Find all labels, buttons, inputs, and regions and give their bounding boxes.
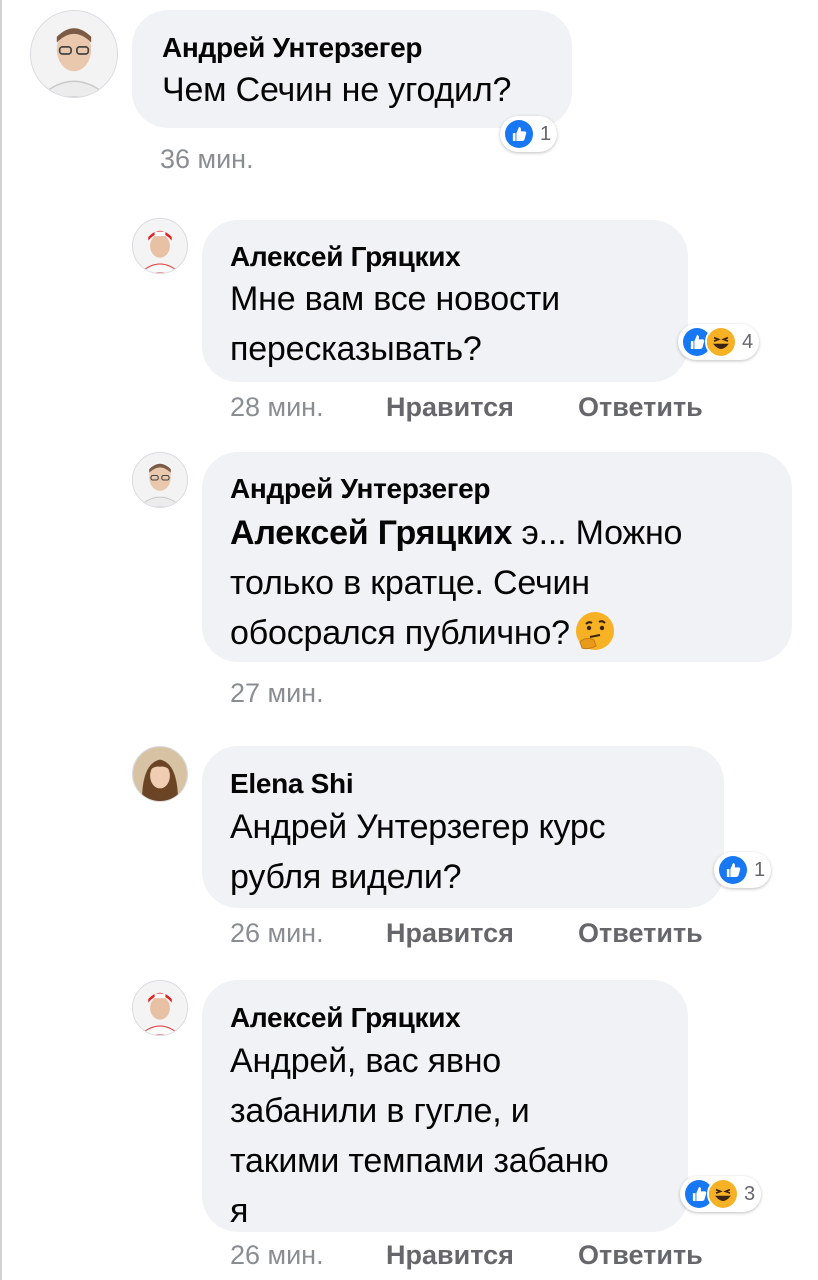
comment-author[interactable]: Elena Shi: [230, 768, 354, 800]
laughing-face-icon: [707, 1178, 739, 1210]
avatar-aleksey[interactable]: [132, 980, 188, 1036]
comment-text: Андрей Унтерзегер курс рубля видели?: [230, 808, 606, 896]
comment-bubble: Андрей Унтерзегер Алексей Гряцких э... М…: [202, 452, 792, 662]
comment-text: Мне вам все новости пересказывать?: [230, 280, 560, 368]
reaction-count: 1: [540, 122, 552, 145]
thumbs-up-icon: [717, 854, 749, 886]
like-button[interactable]: Нравится: [386, 1240, 514, 1271]
reaction-summary[interactable]: 4: [678, 324, 760, 360]
comment-meta: 27 мин.: [230, 678, 324, 709]
comment-meta: 26 мин. Нравится Ответить: [230, 918, 703, 949]
avatar-andrey[interactable]: [132, 452, 188, 508]
reaction-count: 3: [744, 1182, 756, 1205]
comment-time[interactable]: 26 мин.: [230, 918, 324, 948]
thumbs-up-icon: [503, 118, 535, 150]
reply-button[interactable]: Ответить: [578, 392, 703, 423]
comment-bubble: Алексей Гряцких Мне вам все новости пере…: [202, 220, 688, 382]
comment-meta: 28 мин. Нравится Ответить: [230, 392, 703, 423]
like-button[interactable]: Нравится: [386, 918, 514, 949]
mention-link[interactable]: Алексей Гряцких: [230, 514, 512, 552]
comment-author[interactable]: Андрей Унтерзегер: [162, 32, 423, 64]
comment-text: Алексей Гряцких э... Можно только в крат…: [230, 514, 683, 652]
comment-bubble: Алексей Гряцких Андрей, вас явно забанил…: [202, 980, 688, 1232]
comment-text: Чем Сечин не угодил?: [162, 71, 512, 109]
comment-author[interactable]: Алексей Гряцких: [230, 1002, 461, 1034]
comment-text: Андрей, вас явно забанили в гугле, и так…: [230, 1042, 609, 1230]
reaction-summary[interactable]: 3: [680, 1176, 762, 1212]
comment-time[interactable]: 28 мин.: [230, 392, 324, 422]
comment-meta: 36 мин.: [160, 144, 254, 175]
comment-author[interactable]: Алексей Гряцких: [230, 241, 461, 273]
reply-button[interactable]: Ответить: [578, 918, 703, 949]
comment-meta: 26 мин. Нравится Ответить: [230, 1240, 703, 1271]
avatar-elena[interactable]: [132, 746, 188, 802]
comment-bubble: Андрей Унтерзегер Чем Сечин не угодил?: [132, 10, 572, 128]
comment-time[interactable]: 27 мин.: [230, 678, 324, 708]
thinking-face-emoji: [574, 610, 616, 652]
reaction-count: 4: [742, 330, 754, 353]
reaction-count: 1: [754, 858, 766, 881]
reply-button[interactable]: Ответить: [578, 1240, 703, 1271]
laughing-face-icon: [705, 326, 737, 358]
comment-author[interactable]: Андрей Унтерзегер: [230, 473, 491, 505]
like-button[interactable]: Нравится: [386, 392, 514, 423]
reaction-summary[interactable]: 1: [714, 852, 772, 888]
avatar-aleksey[interactable]: [132, 218, 188, 274]
comment-time[interactable]: 26 мин.: [230, 1240, 324, 1270]
reaction-summary[interactable]: 1: [500, 116, 558, 152]
avatar-andrey[interactable]: [30, 10, 118, 98]
comment-bubble: Elena Shi Андрей Унтерзегер курс рубля в…: [202, 746, 724, 908]
comment-time[interactable]: 36 мин.: [160, 144, 254, 174]
thread-line: [0, 0, 2, 1280]
